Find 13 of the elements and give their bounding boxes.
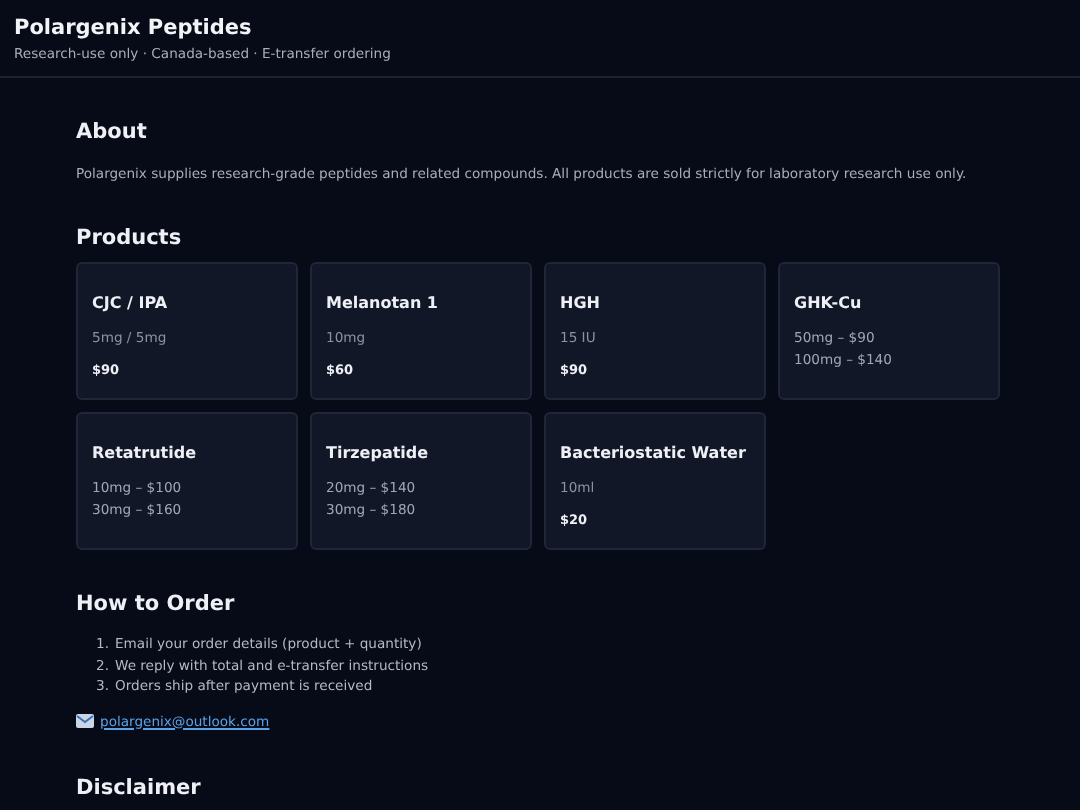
site-title: Polargenix Peptides xyxy=(14,16,254,40)
product-name: Retatrutide xyxy=(92,444,198,462)
product-name: Bacteriostatic Water xyxy=(560,444,748,462)
product-name: Melanotan 1 xyxy=(326,294,440,312)
product-name: GHK-Cu xyxy=(794,294,864,312)
product-name: HGH xyxy=(560,294,602,312)
section-heading: About xyxy=(76,120,149,144)
section-heading: Products xyxy=(76,226,184,250)
section-heading: How to Order xyxy=(76,592,237,616)
product-name: CJC / IPA xyxy=(92,294,170,312)
section-heading: Disclaimer xyxy=(76,775,203,799)
envelope-icon xyxy=(76,714,94,728)
product-name: Tirzepatide xyxy=(326,444,431,462)
